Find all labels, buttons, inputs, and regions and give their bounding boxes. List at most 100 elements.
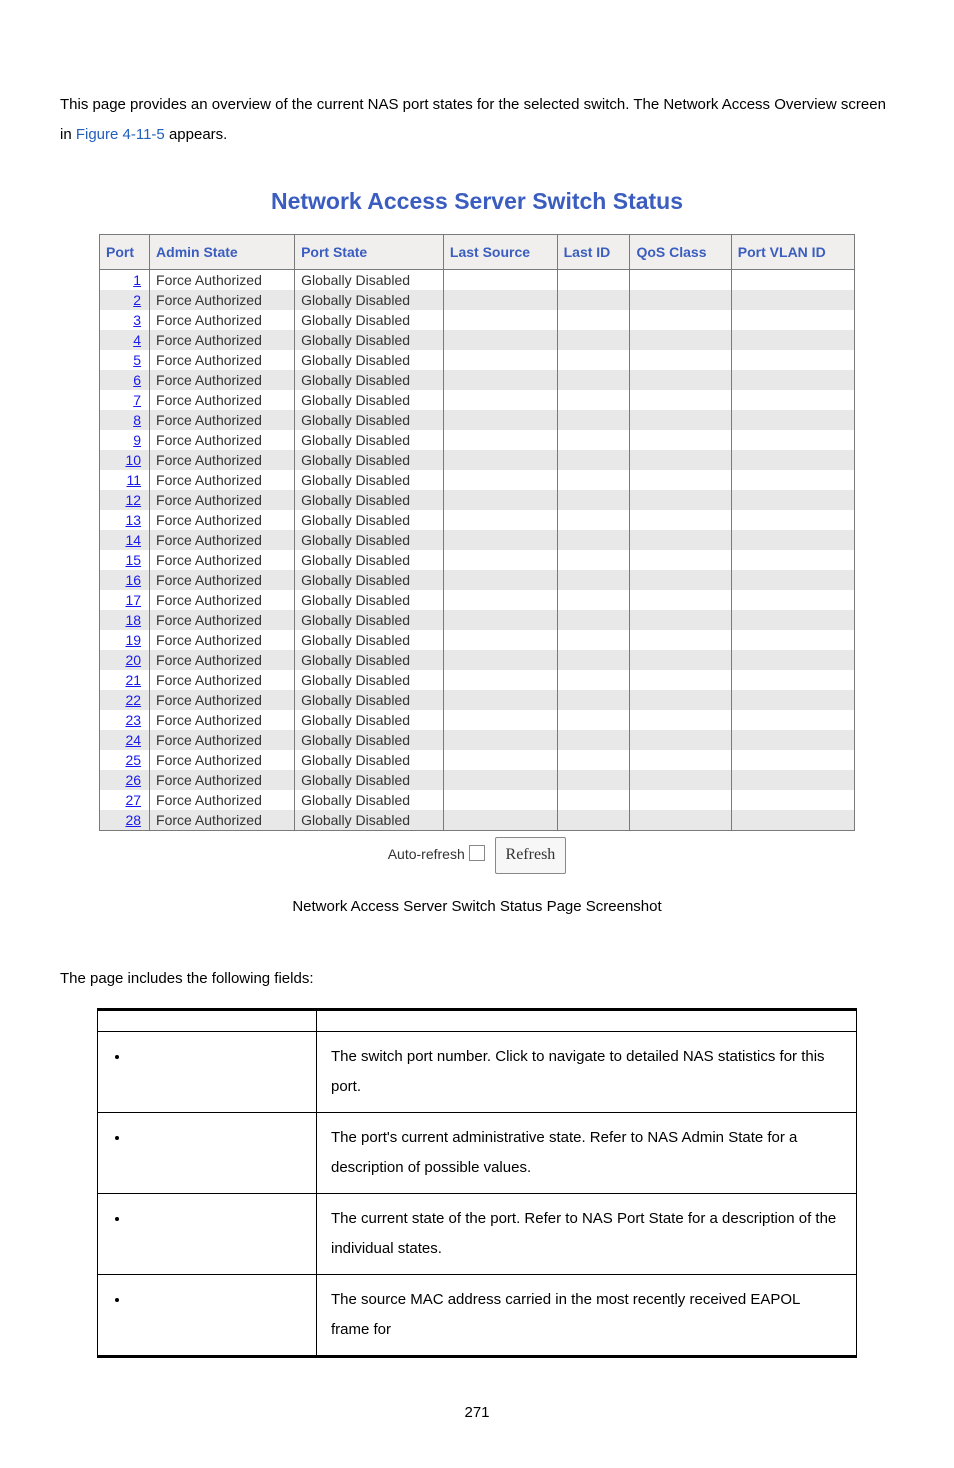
admin-state-cell: Force Authorized [150,470,295,490]
port-state-cell: Globally Disabled [295,330,444,350]
port-state-cell: Globally Disabled [295,750,444,770]
qos-class-cell [630,490,731,510]
qos-class-cell [630,710,731,730]
last-source-cell [443,370,557,390]
port-link[interactable]: 20 [100,650,150,670]
port-link[interactable]: 16 [100,570,150,590]
port-vlan-cell [731,670,854,690]
last-source-cell [443,730,557,750]
qos-class-cell [630,510,731,530]
admin-state-cell: Force Authorized [150,670,295,690]
intro-text: This page provides an overview of the cu… [60,90,894,150]
port-state-cell: Globally Disabled [295,670,444,690]
last-source-cell [443,310,557,330]
port-link[interactable]: 14 [100,530,150,550]
last-source-cell [443,430,557,450]
port-link[interactable]: 19 [100,630,150,650]
qos-class-cell [630,810,731,831]
port-link[interactable]: 12 [100,490,150,510]
figure-link[interactable]: Figure 4-11-5 [76,126,165,143]
last-id-cell [557,270,630,291]
port-link[interactable]: 25 [100,750,150,770]
table-row: 25Force AuthorizedGlobally Disabled [100,750,855,770]
nas-status-table: Port Admin State Port State Last Source … [99,234,855,831]
last-source-cell [443,770,557,790]
admin-state-cell: Force Authorized [150,710,295,730]
table-row: 4Force AuthorizedGlobally Disabled [100,330,855,350]
table-row: 11Force AuthorizedGlobally Disabled [100,470,855,490]
port-link[interactable]: 15 [100,550,150,570]
port-state-cell: Globally Disabled [295,270,444,291]
port-link[interactable]: 4 [100,330,150,350]
port-state-cell: Globally Disabled [295,350,444,370]
last-source-cell [443,710,557,730]
port-link[interactable]: 26 [100,770,150,790]
port-state-cell: Globally Disabled [295,650,444,670]
admin-state-cell: Force Authorized [150,350,295,370]
port-link[interactable]: 18 [100,610,150,630]
qos-class-cell [630,590,731,610]
fields-desc-cell: The source MAC address carried in the mo… [317,1275,857,1357]
port-link[interactable]: 23 [100,710,150,730]
fields-desc-cell: The port's current administrative state.… [317,1113,857,1194]
port-state-cell: Globally Disabled [295,710,444,730]
port-link[interactable]: 2 [100,290,150,310]
port-link[interactable]: 3 [100,310,150,330]
last-id-cell [557,370,630,390]
port-state-cell: Globally Disabled [295,730,444,750]
port-vlan-cell [731,350,854,370]
port-link[interactable]: 24 [100,730,150,750]
qos-class-cell [630,410,731,430]
table-row: 26Force AuthorizedGlobally Disabled [100,770,855,790]
last-source-cell [443,790,557,810]
port-state-cell: Globally Disabled [295,450,444,470]
fields-row: The port's current administrative state.… [98,1113,857,1194]
port-link[interactable]: 28 [100,810,150,831]
qos-class-cell [630,750,731,770]
table-row: 21Force AuthorizedGlobally Disabled [100,670,855,690]
port-link[interactable]: 9 [100,430,150,450]
qos-class-cell [630,670,731,690]
port-link[interactable]: 6 [100,370,150,390]
port-link[interactable]: 21 [100,670,150,690]
table-row: 24Force AuthorizedGlobally Disabled [100,730,855,750]
port-vlan-cell [731,650,854,670]
last-id-cell [557,570,630,590]
admin-state-cell: Force Authorized [150,550,295,570]
fields-object-cell [98,1113,317,1194]
port-link[interactable]: 13 [100,510,150,530]
last-id-cell [557,410,630,430]
table-row: 7Force AuthorizedGlobally Disabled [100,390,855,410]
last-source-cell [443,470,557,490]
port-link[interactable]: 17 [100,590,150,610]
last-id-cell [557,450,630,470]
qos-class-cell [630,570,731,590]
admin-state-cell: Force Authorized [150,390,295,410]
admin-state-cell: Force Authorized [150,310,295,330]
last-id-cell [557,590,630,610]
last-id-cell [557,550,630,570]
port-link[interactable]: 7 [100,390,150,410]
refresh-button[interactable]: Refresh [495,837,567,874]
last-source-cell [443,510,557,530]
last-source-cell [443,450,557,470]
port-link[interactable]: 27 [100,790,150,810]
port-link[interactable]: 1 [100,270,150,291]
port-state-cell: Globally Disabled [295,810,444,831]
port-link[interactable]: 22 [100,690,150,710]
col-last-source: Last Source [443,235,557,270]
port-link[interactable]: 5 [100,350,150,370]
fields-intro-text: The page includes the following fields: [60,964,894,994]
auto-refresh-checkbox[interactable] [469,845,485,861]
last-source-cell [443,690,557,710]
admin-state-cell: Force Authorized [150,570,295,590]
port-state-cell: Globally Disabled [295,770,444,790]
port-vlan-cell [731,550,854,570]
table-row: 10Force AuthorizedGlobally Disabled [100,450,855,470]
port-vlan-cell [731,810,854,831]
port-link[interactable]: 10 [100,450,150,470]
port-link[interactable]: 8 [100,410,150,430]
port-link[interactable]: 11 [100,470,150,490]
admin-state-cell: Force Authorized [150,490,295,510]
last-id-cell [557,690,630,710]
